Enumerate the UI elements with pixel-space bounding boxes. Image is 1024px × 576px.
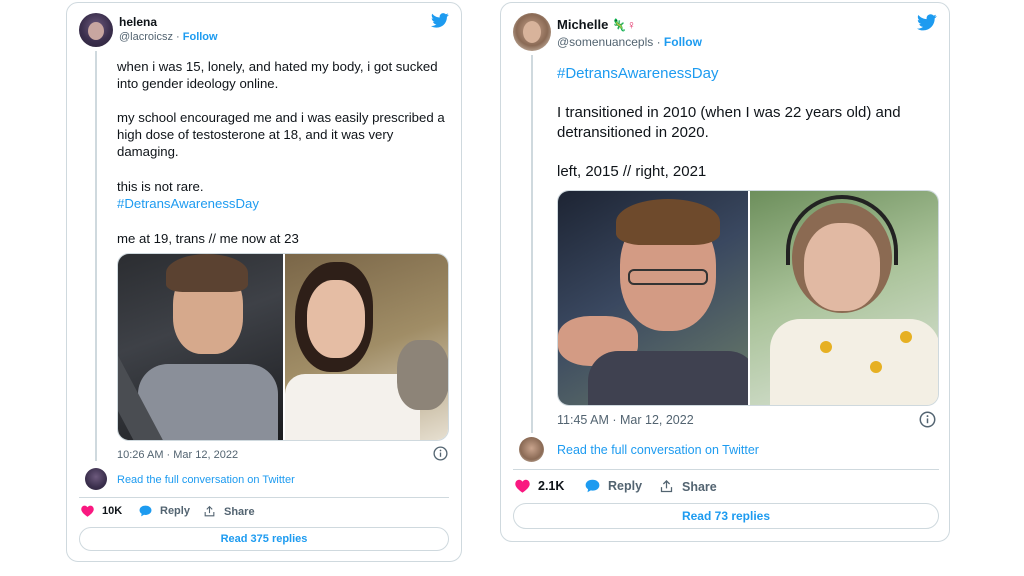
- twitter-bird-icon[interactable]: [431, 13, 449, 28]
- thread-line: [95, 51, 97, 461]
- conversation-avatar[interactable]: [85, 468, 107, 490]
- name-emoji: 🦎♀: [611, 18, 636, 32]
- tweet-text-para-3: this is not rare.: [117, 179, 204, 194]
- read-replies-button[interactable]: Read 375 replies: [79, 527, 449, 551]
- like-button[interactable]: 2.1K: [515, 479, 564, 493]
- heart-icon: [515, 479, 530, 493]
- divider: [79, 497, 449, 498]
- timestamp[interactable]: 10:26 AM · Mar 12, 2022: [117, 449, 238, 461]
- thread-line: [531, 55, 533, 433]
- share-label: Share: [682, 479, 717, 494]
- display-name[interactable]: Michelle: [557, 17, 608, 32]
- photo-grid[interactable]: [117, 253, 449, 441]
- conversation-avatar[interactable]: [519, 437, 544, 462]
- reply-bubble-icon: [585, 479, 600, 493]
- reply-button[interactable]: Reply: [585, 479, 642, 493]
- divider: [513, 469, 939, 470]
- hashtag-link[interactable]: #DetransAwarenessDay: [117, 195, 259, 212]
- reply-button[interactable]: Reply: [139, 505, 190, 517]
- photo-caption: me at 19, trans // me now at 23: [117, 231, 299, 246]
- like-count: 2.1K: [538, 479, 565, 493]
- hashtag-link[interactable]: #DetransAwarenessDay: [557, 64, 718, 84]
- display-name-row: Michelle 🦎♀: [557, 17, 636, 32]
- like-button[interactable]: 10K: [81, 505, 122, 517]
- reply-label: Reply: [160, 505, 190, 517]
- tweet-text-para-1: when i was 15, lonely, and hated my body…: [117, 59, 438, 91]
- photo-left[interactable]: [558, 191, 748, 405]
- follow-button[interactable]: Follow: [664, 35, 702, 49]
- photo-left[interactable]: [118, 254, 283, 440]
- twitter-bird-icon[interactable]: [917, 14, 937, 31]
- timestamp[interactable]: 11:45 AM · Mar 12, 2022: [557, 413, 694, 427]
- info-icon[interactable]: [919, 411, 936, 428]
- tweet-text-para-2: my school encouraged me and i was easily…: [117, 110, 445, 159]
- handle-row: @somenuancepls · Follow: [557, 35, 702, 49]
- photo-caption: left, 2015 // right, 2021: [557, 163, 707, 180]
- share-icon: [204, 505, 215, 517]
- photo-right[interactable]: [750, 191, 938, 405]
- photo-grid[interactable]: [557, 190, 939, 406]
- follow-button[interactable]: Follow: [183, 31, 218, 43]
- reply-label: Reply: [608, 479, 643, 493]
- heart-icon: [81, 505, 94, 517]
- share-button[interactable]: Share: [659, 479, 717, 494]
- tweet-card-helena: helena @lacroicsz · Follow when i was 15…: [66, 2, 462, 562]
- handle[interactable]: @lacroicsz: [119, 31, 173, 43]
- tweet-text-para-1: I transitioned in 2010 (when I was 22 ye…: [557, 104, 901, 141]
- share-label: Share: [224, 505, 255, 518]
- avatar[interactable]: [79, 13, 113, 47]
- info-icon[interactable]: [433, 446, 448, 461]
- share-button[interactable]: Share: [203, 505, 255, 518]
- like-count: 10K: [102, 505, 123, 517]
- handle[interactable]: @somenuancepls: [557, 35, 653, 49]
- display-name[interactable]: helena: [119, 15, 157, 29]
- conversation-link[interactable]: Read the full conversation on Twitter: [557, 443, 759, 457]
- tweet-card-michelle: Michelle 🦎♀ @somenuancepls · Follow #Det…: [500, 2, 950, 542]
- avatar[interactable]: [513, 13, 551, 51]
- separator-dot: ·: [176, 31, 183, 43]
- photo-right[interactable]: [285, 254, 448, 440]
- conversation-link[interactable]: Read the full conversation on Twitter: [117, 474, 295, 486]
- share-icon: [660, 479, 673, 493]
- handle-row: @lacroicsz · Follow: [119, 31, 218, 43]
- separator-dot: ·: [656, 35, 664, 49]
- reply-bubble-icon: [139, 505, 152, 517]
- read-replies-button[interactable]: Read 73 replies: [513, 503, 939, 529]
